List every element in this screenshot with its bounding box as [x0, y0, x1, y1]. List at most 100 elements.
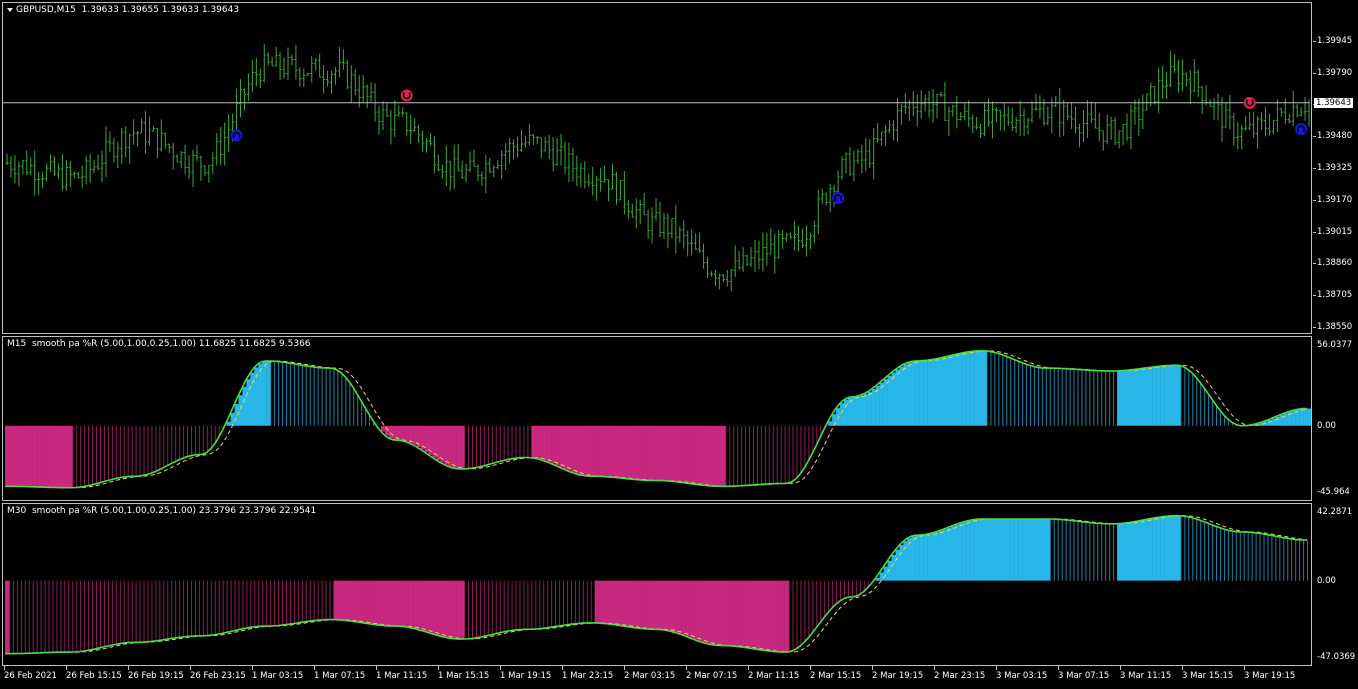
histogram-bar	[685, 425, 690, 484]
indicator-panel-m15[interactable]: M15 smooth pa %R (5.00,1.00,0.25,1.00) 1…	[2, 336, 1312, 501]
price-bar	[694, 233, 698, 250]
price-scale[interactable]: 1.399451.397901.396351.394801.393251.391…	[1313, 2, 1358, 334]
price-bar	[306, 72, 310, 77]
histogram-bar	[202, 580, 204, 636]
histogram-bar	[923, 360, 928, 426]
histogram-bar	[931, 533, 936, 581]
price-bar	[804, 225, 808, 257]
histogram-bar	[851, 396, 857, 426]
histogram-bar	[954, 354, 959, 426]
time-axis-tick	[376, 666, 377, 670]
histogram-bar	[1196, 377, 1198, 426]
price-bar	[713, 269, 717, 287]
histogram-bar	[733, 425, 735, 487]
price-bar	[1133, 99, 1137, 125]
price-bar	[1200, 86, 1204, 115]
histogram-bar	[994, 352, 996, 426]
histogram-bar	[56, 580, 58, 653]
histogram-bar	[68, 425, 73, 488]
price-chart-panel[interactable]: GBPUSD,M15 1.39633 1.39655 1.39633 1.396…	[2, 2, 1312, 334]
histogram-bar	[262, 361, 267, 426]
time-axis-tick	[562, 666, 563, 670]
price-bar	[626, 199, 630, 220]
histogram-bar	[950, 355, 956, 426]
histogram-bar	[1184, 367, 1186, 426]
price-bar	[903, 93, 907, 114]
price-bar	[773, 233, 777, 274]
histogram-bar	[515, 580, 517, 630]
histogram-bar	[752, 580, 758, 649]
histogram-bar	[1006, 518, 1011, 581]
histogram-bar	[523, 580, 525, 630]
histogram-bar	[289, 363, 291, 426]
histogram-bar	[28, 580, 30, 654]
histogram-bar	[32, 580, 34, 654]
histogram-bar	[1081, 369, 1083, 426]
histogram-bar	[111, 425, 113, 480]
histogram-bar	[12, 425, 18, 487]
histogram-bar	[309, 580, 311, 622]
price-bar	[195, 144, 199, 162]
indicator-m30-title: M30 smooth pa %R (5.00,1.00,0.25,1.00) 2…	[7, 506, 317, 516]
histogram-bar	[1057, 368, 1059, 426]
price-bar	[1046, 106, 1050, 126]
histogram-bar	[36, 580, 38, 653]
histogram-bar	[8, 425, 14, 487]
histogram-bar	[911, 361, 916, 426]
price-scale-label: 1.39325	[1317, 163, 1353, 173]
price-scale-tick	[1313, 231, 1316, 233]
price-bar	[1081, 110, 1085, 143]
histogram-bar	[1192, 517, 1194, 581]
price-bar	[108, 131, 112, 153]
price-bar	[37, 171, 41, 196]
histogram-bar	[946, 356, 952, 426]
histogram-bar	[464, 580, 466, 640]
histogram-bar	[198, 425, 200, 455]
histogram-bar	[171, 425, 173, 464]
histogram-bar	[175, 580, 177, 638]
histogram-bar	[745, 580, 750, 648]
price-bar	[828, 183, 832, 213]
indicator-m30-scale[interactable]: 42.2871 0.00 -47.0369	[1313, 503, 1358, 666]
price-bar	[5, 153, 9, 166]
indicator-m15-scale[interactable]: 56.0377 0.00 -45.964	[1313, 336, 1358, 501]
time-axis[interactable]: 26 Feb 2021 26 Feb 15:15 26 Feb 19:15 26 Fe…	[2, 666, 1312, 689]
price-bar	[1287, 114, 1291, 124]
price-bar	[484, 155, 488, 194]
histogram-bar	[1041, 367, 1043, 426]
histogram-bar	[1049, 368, 1051, 426]
price-bar	[504, 142, 508, 170]
histogram-bar	[499, 580, 501, 633]
price-bar	[1295, 104, 1299, 118]
histogram-bar	[99, 580, 101, 648]
price-bar	[1157, 68, 1161, 114]
histogram-bar	[622, 425, 627, 479]
price-bar	[322, 65, 326, 94]
histogram-bar	[1002, 354, 1004, 426]
price-scale-label: 1.39480	[1317, 131, 1353, 142]
histogram-bar	[923, 534, 928, 581]
histogram-bar	[60, 425, 65, 488]
histogram-bar	[654, 425, 659, 481]
price-bar	[278, 52, 282, 81]
histogram-bar	[1275, 536, 1277, 581]
time-axis-tick	[1120, 666, 1121, 670]
price-bar	[270, 56, 274, 67]
histogram-bar	[879, 572, 884, 581]
histogram-bar	[1235, 531, 1237, 581]
time-axis-label: 3 Mar 11:15	[1120, 671, 1172, 681]
histogram-bar	[163, 425, 165, 468]
price-bar	[84, 155, 88, 184]
chevron-down-icon[interactable]	[7, 7, 13, 12]
price-scale-tick	[1313, 327, 1316, 328]
price-bar	[959, 111, 963, 121]
histogram-bar	[1172, 515, 1177, 581]
histogram-bar	[701, 580, 706, 643]
price-bar	[559, 133, 563, 166]
price-bar	[591, 166, 595, 196]
histogram-bar	[1291, 538, 1293, 581]
indicator-panel-m30[interactable]: M30 smooth pa %R (5.00,1.00,0.25,1.00) 2…	[2, 503, 1312, 666]
price-bar	[781, 229, 785, 250]
histogram-bar	[1117, 523, 1122, 581]
price-bar	[872, 128, 876, 180]
